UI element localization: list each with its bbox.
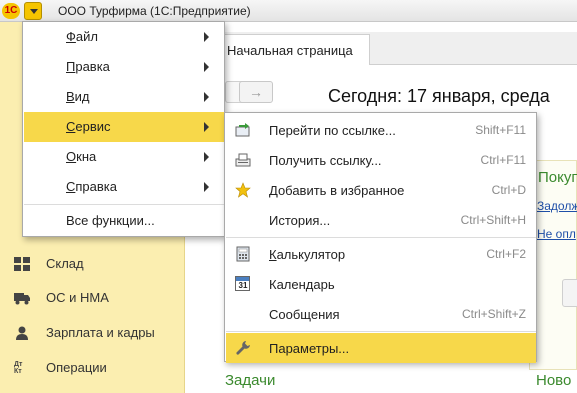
tab-bar: Начальная страница	[185, 32, 577, 65]
menu-item-windows[interactable]: Окна	[24, 142, 224, 172]
wrench-icon	[235, 340, 251, 356]
menu-item-label: Справка	[66, 179, 117, 194]
sidebar-item-label: Зарплата и кадры	[46, 325, 155, 340]
menu-item-label: История...	[269, 213, 331, 228]
main-menu-button[interactable]	[24, 2, 42, 20]
menu-item-label: Файл	[66, 29, 98, 44]
debt-link[interactable]: Задолж	[537, 199, 577, 213]
menu-item-shortcut: Ctrl+Shift+Z	[461, 307, 526, 321]
menu-item-label: Калькулятор	[269, 247, 346, 262]
menu-item-label: Все функции...	[66, 213, 155, 228]
menu-item-label: Окна	[66, 149, 97, 164]
panel-button[interactable]	[562, 279, 577, 307]
sidebar-item-warehouse[interactable]: Склад	[0, 247, 185, 281]
menu-item-label: Вид	[66, 89, 90, 104]
menu-item-label: Параметры...	[269, 341, 350, 356]
menu-item-calendar[interactable]: 31 Календарь	[226, 269, 536, 299]
menu-item-label: Правка	[66, 59, 110, 74]
menu-item-label: Получить ссылку...	[269, 153, 382, 168]
submenu-arrow-icon	[204, 62, 209, 72]
service-submenu: Перейти по ссылке... Shift+F11 Получить …	[224, 112, 537, 363]
menu-item-messages[interactable]: Сообщения Ctrl+Shift+Z	[226, 299, 536, 329]
menu-separator	[226, 331, 536, 332]
main-menu: Файл Правка Вид Сервис Окна Справка Все …	[22, 21, 225, 237]
tab-home-page[interactable]: Начальная страница	[220, 34, 370, 65]
menu-item-calculator[interactable]: Калькулятор Ctrl+F2	[226, 239, 536, 269]
menu-separator	[24, 204, 224, 205]
menu-item-file[interactable]: Файл	[24, 22, 224, 52]
forward-button[interactable]: →	[239, 81, 273, 103]
warehouse-icon	[14, 257, 30, 271]
sidebar-item-label: Операции	[46, 360, 107, 375]
menu-item-label: Добавить в избранное	[269, 183, 405, 198]
calculator-icon	[235, 246, 251, 262]
unpaid-link[interactable]: Не опл	[537, 227, 576, 241]
purchases-title: Покуп	[538, 169, 577, 186]
menu-item-label: Календарь	[269, 277, 335, 292]
menu-item-service[interactable]: Сервис	[24, 112, 224, 142]
sidebar-item-salary[interactable]: Зарплата и кадры	[0, 316, 185, 350]
sidebar-item-fixed-assets[interactable]: ОС и НМА	[0, 281, 185, 315]
menu-item-label: Сообщения	[269, 307, 340, 322]
title-bar: 1С ООО Турфирма (1С:Предприятие)	[0, 0, 577, 22]
menu-item-all-functions[interactable]: Все функции...	[24, 206, 224, 236]
menu-item-help[interactable]: Справка	[24, 172, 224, 202]
menu-item-history[interactable]: История... Ctrl+Shift+H	[226, 205, 536, 235]
star-icon	[235, 182, 251, 198]
submenu-arrow-icon	[204, 182, 209, 192]
menu-item-label: Перейти по ссылке...	[269, 123, 396, 138]
window-title: ООО Турфирма (1С:Предприятие)	[58, 4, 251, 18]
calendar-icon: 31	[235, 276, 251, 292]
menu-item-view[interactable]: Вид	[24, 82, 224, 112]
sidebar-item-label: ОС и НМА	[46, 290, 109, 305]
person-icon	[14, 326, 30, 340]
tasks-title: Задачи	[225, 372, 276, 389]
menu-item-shortcut: Ctrl+F2	[486, 247, 526, 261]
today-date: Сегодня: 17 января, среда	[328, 86, 550, 106]
menu-item-shortcut: Ctrl+Shift+H	[460, 213, 526, 227]
news-title: Ново	[536, 372, 572, 389]
get-link-icon	[235, 152, 251, 168]
menu-separator	[226, 237, 536, 238]
menu-item-go-to-link[interactable]: Перейти по ссылке... Shift+F11	[226, 115, 536, 145]
submenu-arrow-icon	[204, 152, 209, 162]
app-logo: 1С	[2, 3, 20, 19]
menu-item-shortcut: Shift+F11	[475, 123, 526, 137]
menu-item-get-link[interactable]: Получить ссылку... Ctrl+F11	[226, 145, 536, 175]
tab-label: Начальная страница	[227, 43, 353, 58]
dt-kt-icon: Дт Кт	[14, 361, 23, 375]
sidebar-item-operations[interactable]: Дт Кт Операции	[0, 351, 185, 385]
submenu-arrow-icon	[204, 122, 209, 132]
truck-icon	[14, 291, 30, 305]
menu-item-shortcut: Ctrl+F11	[480, 153, 526, 167]
menu-item-edit[interactable]: Правка	[24, 52, 224, 82]
menu-item-shortcut: Ctrl+D	[491, 183, 526, 197]
menu-item-label: Сервис	[66, 119, 111, 134]
go-to-link-icon	[235, 122, 251, 138]
menu-item-parameters[interactable]: Параметры...	[226, 333, 536, 363]
submenu-arrow-icon	[204, 32, 209, 42]
submenu-arrow-icon	[204, 92, 209, 102]
menu-item-add-favorite[interactable]: Добавить в избранное Ctrl+D	[226, 175, 536, 205]
sidebar-item-label: Склад	[46, 256, 84, 271]
